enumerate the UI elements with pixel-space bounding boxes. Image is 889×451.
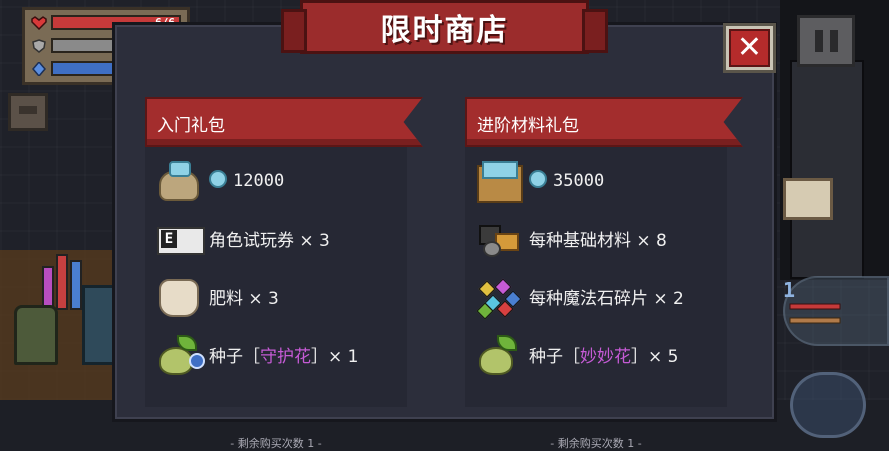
pack-header: 进阶材料礼包: [465, 97, 743, 147]
close-icon: ✕: [729, 29, 770, 67]
shop-title-banner: 限时商店: [281, 0, 608, 54]
gem-chest-icon: [475, 159, 523, 203]
pause-icon: [815, 30, 823, 52]
list-item: 种子［守护花］× 1: [155, 333, 358, 375]
gem-bag-icon: [155, 159, 201, 201]
seed-name: 妙妙花: [580, 346, 631, 367]
gem-icon: [529, 169, 547, 188]
pack-price: 12000: [233, 170, 285, 191]
notice-board: [783, 178, 833, 220]
pack-name: 入门礼包: [157, 116, 225, 136]
item-label: 角色试玩券 × 3: [209, 230, 330, 251]
item-label: 肥料 × 3: [209, 288, 279, 309]
item-label-prefix: 种子［: [209, 346, 260, 367]
pack-contents: 35000 每种基础材料 × 8 每种魔法石碎片 × 2 种子［妙妙花］× 5: [465, 147, 727, 450]
pack-contents: 12000 角色试玩券 × 3 肥料 × 3 种子［守护花］× 1 - 剩余购买…: [145, 147, 407, 450]
treasure-chest: [8, 93, 48, 131]
seed-icon: [155, 333, 205, 375]
list-item: 每种基础材料 × 8: [475, 217, 667, 259]
advanced-materials-pack-card[interactable]: 进阶材料礼包 35000 每种基础材料 × 8 每种魔法石碎片 × 2 种子［妙…: [465, 97, 743, 450]
pause-button[interactable]: [797, 15, 855, 67]
player-character: [14, 305, 58, 365]
seed-icon: [475, 333, 521, 375]
gem-icon: [209, 169, 227, 188]
list-item: 肥料 × 3: [155, 275, 279, 317]
seed-name: 守护花: [260, 346, 311, 367]
close-button[interactable]: ✕: [723, 23, 776, 73]
materials-icon: [475, 217, 521, 259]
pack-price-row[interactable]: 35000: [475, 159, 605, 203]
shop-title: 限时商店: [380, 13, 509, 48]
item-label-suffix: ］× 1: [311, 346, 359, 367]
item-label-suffix: ］× 5: [631, 346, 679, 367]
list-item: 种子［妙妙花］× 5: [475, 333, 678, 375]
pack-header: 入门礼包: [145, 97, 423, 147]
shield-icon: [32, 38, 46, 53]
weapon-slot-number: 1: [783, 278, 796, 302]
heart-icon: [31, 15, 47, 30]
potion-tubes: [40, 250, 86, 310]
list-item: 角色试玩券 × 3: [155, 217, 330, 259]
weapon-icon: [789, 303, 841, 324]
starter-pack-card[interactable]: 入门礼包 12000 角色试玩券 × 3 肥料 × 3 种子［守护花］× 1 -…: [145, 97, 423, 450]
magic-shard-icon: [475, 275, 522, 320]
energy-crystal-icon: [32, 61, 46, 76]
list-item: 每种魔法石碎片 × 2: [475, 275, 684, 320]
skill-button[interactable]: [790, 372, 866, 438]
fertilizer-icon: [155, 275, 201, 317]
remaining-purchases: - 剩余购买次数 1 -: [550, 437, 642, 450]
item-label-prefix: 种子［: [529, 346, 580, 367]
pack-price-row[interactable]: 12000: [155, 159, 284, 201]
dungeon-door: [790, 60, 864, 279]
remaining-purchases: - 剩余购买次数 1 -: [230, 437, 322, 450]
pack-price: 35000: [553, 170, 605, 191]
pack-name: 进阶材料礼包: [477, 116, 579, 136]
ticket-icon: [155, 217, 205, 259]
item-label: 每种魔法石碎片 × 2: [529, 288, 684, 309]
item-label: 每种基础材料 × 8: [529, 230, 667, 251]
